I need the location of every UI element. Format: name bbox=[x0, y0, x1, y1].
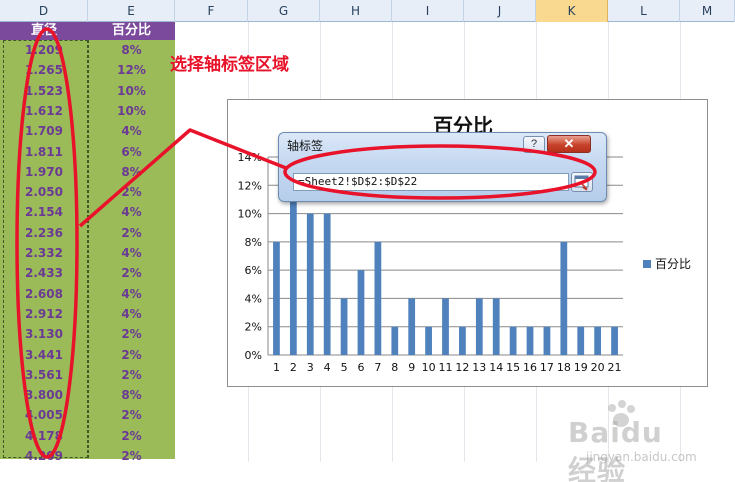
x-tick-label: 18 bbox=[557, 361, 571, 374]
selection-marquee-edge bbox=[88, 40, 89, 458]
legend-swatch bbox=[643, 259, 651, 268]
dialog-title: 轴标签 bbox=[287, 139, 324, 153]
column-header-m[interactable]: M bbox=[680, 0, 735, 22]
header-cell-percent[interactable]: 百分比 bbox=[88, 22, 175, 40]
x-tick-label: 12 bbox=[455, 361, 469, 374]
bar[interactable] bbox=[442, 298, 449, 355]
bar[interactable] bbox=[425, 326, 432, 355]
close-button[interactable]: ✕ bbox=[547, 135, 591, 153]
bar[interactable] bbox=[408, 298, 416, 355]
bar[interactable] bbox=[611, 326, 618, 355]
column-header-f[interactable]: F bbox=[175, 0, 248, 22]
bar[interactable] bbox=[374, 241, 382, 355]
cell-percent[interactable]: 2% bbox=[88, 345, 175, 365]
annotation-text: 选择轴标签区域 bbox=[170, 55, 289, 75]
help-button[interactable]: ? bbox=[523, 136, 545, 153]
bar[interactable] bbox=[391, 326, 399, 355]
x-tick-label: 14 bbox=[489, 361, 503, 374]
x-tick-label: 4 bbox=[324, 361, 331, 374]
x-tick-label: 17 bbox=[540, 361, 554, 374]
x-tick-label: 6 bbox=[357, 361, 364, 374]
bar[interactable] bbox=[577, 326, 585, 355]
x-tick-label: 5 bbox=[341, 361, 348, 374]
cell-percent[interactable]: 12% bbox=[88, 60, 175, 80]
bar[interactable] bbox=[357, 270, 365, 355]
column-header-k[interactable]: K bbox=[536, 0, 608, 22]
y-tick-label: 14% bbox=[238, 151, 262, 164]
x-tick-label: 11 bbox=[439, 361, 453, 374]
cell-percent[interactable]: 6% bbox=[88, 142, 175, 162]
bar[interactable] bbox=[594, 326, 602, 355]
y-tick-label: 12% bbox=[238, 179, 262, 192]
bar[interactable] bbox=[289, 185, 297, 355]
watermark-url: jingyan.baidu.com bbox=[586, 450, 697, 464]
selection-marquee bbox=[3, 40, 88, 458]
cell-percent[interactable]: 4% bbox=[88, 304, 175, 324]
x-tick-label: 8 bbox=[391, 361, 398, 374]
y-tick-label: 6% bbox=[245, 264, 262, 277]
bar[interactable] bbox=[273, 241, 280, 355]
column-header-h[interactable]: H bbox=[320, 0, 392, 22]
x-tick-label: 1 bbox=[273, 361, 280, 374]
cell-percent[interactable]: 10% bbox=[88, 81, 175, 101]
column-header-e[interactable]: E bbox=[88, 0, 175, 22]
column-header-g[interactable]: G bbox=[248, 0, 320, 22]
cell-percent[interactable]: 2% bbox=[88, 365, 175, 385]
cell-percent[interactable]: 8% bbox=[88, 385, 175, 405]
x-tick-label: 2 bbox=[290, 361, 297, 374]
bar[interactable] bbox=[306, 213, 314, 355]
cell-percent[interactable]: 2% bbox=[88, 223, 175, 243]
x-tick-label: 20 bbox=[591, 361, 605, 374]
cell-percent[interactable]: 2% bbox=[88, 263, 175, 283]
x-tick-label: 13 bbox=[472, 361, 486, 374]
bar[interactable] bbox=[323, 213, 331, 355]
y-tick-label: 10% bbox=[238, 208, 262, 221]
cell-percent[interactable]: 10% bbox=[88, 101, 175, 121]
x-tick-label: 10 bbox=[422, 361, 436, 374]
y-tick-label: 4% bbox=[245, 292, 262, 305]
x-tick-label: 9 bbox=[408, 361, 415, 374]
header-cell-diameter[interactable]: 直径 bbox=[0, 22, 88, 40]
cell-percent[interactable]: 2% bbox=[88, 324, 175, 344]
cell-percent[interactable]: 4% bbox=[88, 243, 175, 263]
column-header-l[interactable]: L bbox=[608, 0, 680, 22]
column-header-d[interactable]: D bbox=[0, 0, 88, 22]
bar[interactable] bbox=[560, 241, 568, 355]
cell-percent[interactable]: 2% bbox=[88, 426, 175, 446]
x-tick-label: 16 bbox=[523, 361, 537, 374]
cell-percent[interactable]: 2% bbox=[88, 405, 175, 425]
cell-percent[interactable]: 8% bbox=[88, 40, 175, 60]
bar[interactable] bbox=[492, 298, 500, 355]
cell-percent[interactable]: 8% bbox=[88, 162, 175, 182]
y-tick-label: 0% bbox=[245, 349, 262, 362]
legend-label: 百分比 bbox=[655, 257, 692, 271]
column-header-bar: D E F G H I J K L M bbox=[0, 0, 735, 22]
bar[interactable] bbox=[526, 326, 534, 355]
collapse-dialog-button[interactable] bbox=[571, 172, 593, 192]
bar[interactable] bbox=[543, 326, 551, 355]
axis-range-input[interactable]: =Sheet2!$D$2:$D$22 bbox=[293, 173, 569, 191]
x-tick-label: 3 bbox=[307, 361, 314, 374]
cell-percent[interactable]: 2% bbox=[88, 446, 175, 466]
axis-labels-dialog[interactable]: 轴标签 ? ✕ =Sheet2!$D$2:$D$22 bbox=[278, 132, 607, 202]
y-tick-label: 8% bbox=[245, 236, 262, 249]
column-header-i[interactable]: I bbox=[392, 0, 464, 22]
y-tick-label: 2% bbox=[245, 321, 262, 334]
x-tick-label: 15 bbox=[506, 361, 520, 374]
bar[interactable] bbox=[475, 298, 483, 355]
column-header-j[interactable]: J bbox=[464, 0, 536, 22]
cell-percent[interactable]: 4% bbox=[88, 202, 175, 222]
x-tick-label: 21 bbox=[608, 361, 622, 374]
bar[interactable] bbox=[509, 326, 517, 355]
bar[interactable] bbox=[459, 326, 466, 355]
range-select-icon bbox=[574, 175, 589, 191]
chart-legend[interactable]: 百分比 bbox=[643, 255, 691, 272]
cell-percent[interactable]: 4% bbox=[88, 121, 175, 141]
x-tick-label: 19 bbox=[574, 361, 588, 374]
cell-percent[interactable]: 4% bbox=[88, 284, 175, 304]
x-tick-label: 7 bbox=[374, 361, 381, 374]
cell-percent[interactable]: 2% bbox=[88, 182, 175, 202]
watermark-brand: Baidu经验 bbox=[568, 416, 663, 482]
bar[interactable] bbox=[340, 298, 348, 355]
